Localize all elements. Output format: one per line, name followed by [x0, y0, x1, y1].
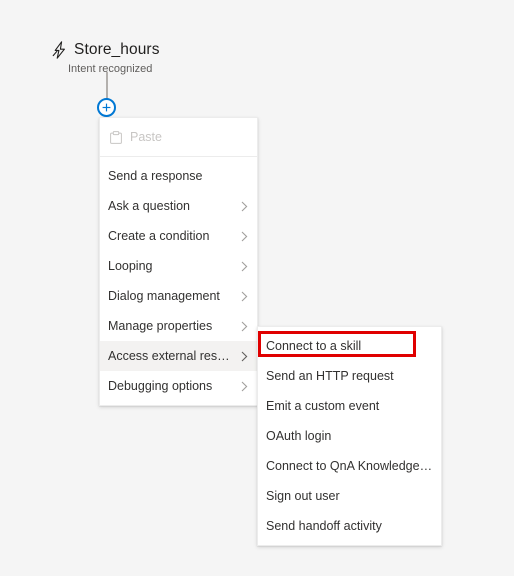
clipboard-paste-icon [108, 129, 124, 145]
submenu-item-connect-to-a-skill[interactable]: Connect to a skill [258, 331, 441, 361]
menu-divider [100, 156, 257, 157]
menu-item-paste: Paste [100, 122, 257, 152]
flow-canvas: Store_hours Intent recognized Paste Send… [0, 0, 514, 576]
submenu-item-connect-to-qna-knowledgebase[interactable]: Connect to QnA Knowledgebase [258, 451, 441, 481]
menu-item-dialog-management[interactable]: Dialog management [100, 281, 257, 311]
submenu-item-sign-out-user[interactable]: Sign out user [258, 481, 441, 511]
menu-item-label: Create a condition [108, 229, 210, 243]
add-action-node[interactable] [97, 98, 116, 117]
chevron-right-icon [239, 291, 249, 301]
submenu-item-emit-a-custom-event[interactable]: Emit a custom event [258, 391, 441, 421]
menu-item-label: Dialog management [108, 289, 220, 303]
chevron-right-icon [239, 231, 249, 241]
chevron-right-icon [239, 351, 249, 361]
menu-item-label: Paste [130, 130, 162, 144]
chevron-right-icon [239, 381, 249, 391]
submenu-item-label: Emit a custom event [266, 399, 380, 413]
context-menu[interactable]: Paste Send a response Ask a question Cre… [99, 117, 258, 406]
plus-icon [102, 103, 111, 112]
trigger-subtitle: Intent recognized [68, 63, 153, 75]
submenu-item-send-an-http-request[interactable]: Send an HTTP request [258, 361, 441, 391]
lightning-bolt-icon [52, 41, 68, 59]
submenu-access-external-resources[interactable]: Connect to a skill Send an HTTP request … [257, 326, 442, 546]
submenu-item-label: Sign out user [266, 489, 340, 503]
chevron-right-icon [239, 201, 249, 211]
chevron-right-icon [239, 321, 249, 331]
menu-item-debugging-options[interactable]: Debugging options [100, 371, 257, 401]
menu-item-label: Debugging options [108, 379, 213, 393]
menu-item-ask-a-question[interactable]: Ask a question [100, 191, 257, 221]
submenu-item-label: Connect to QnA Knowledgebase [266, 459, 433, 473]
submenu-item-label: OAuth login [266, 429, 332, 443]
trigger-node-header: Store_hours [52, 41, 272, 59]
submenu-item-label: Send handoff activity [266, 519, 382, 533]
submenu-item-label: Connect to a skill [266, 339, 362, 353]
menu-item-create-a-condition[interactable]: Create a condition [100, 221, 257, 251]
submenu-item-label: Send an HTTP request [266, 369, 394, 383]
submenu-item-oauth-login[interactable]: OAuth login [258, 421, 441, 451]
menu-item-label: Looping [108, 259, 153, 273]
submenu-item-send-handoff-activity[interactable]: Send handoff activity [258, 511, 441, 541]
menu-item-looping[interactable]: Looping [100, 251, 257, 281]
trigger-title: Store_hours [74, 41, 160, 58]
menu-item-label: Manage properties [108, 319, 213, 333]
chevron-right-icon [239, 261, 249, 271]
menu-item-label: Ask a question [108, 199, 190, 213]
trigger-node[interactable]: Store_hours Intent recognized [52, 41, 272, 76]
menu-item-send-a-response[interactable]: Send a response [100, 161, 257, 191]
menu-item-access-external-resources[interactable]: Access external resources [100, 341, 257, 371]
menu-item-label: Access external resources [108, 349, 233, 363]
menu-item-manage-properties[interactable]: Manage properties [100, 311, 257, 341]
menu-item-label: Send a response [108, 169, 203, 183]
